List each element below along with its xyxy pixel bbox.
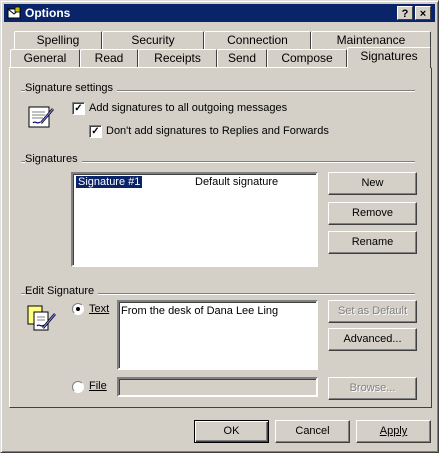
no-replies-label[interactable]: Don't add signatures to Replies and Forw… [106, 125, 329, 137]
signatures-list[interactable]: Signature #1 Default signature [71, 172, 318, 267]
signature-settings-label: Signature settings [25, 82, 118, 94]
tab-signatures[interactable]: Signatures [347, 47, 431, 68]
set-as-default-button[interactable]: Set as Default [328, 300, 417, 323]
tab-connection[interactable]: Connection [204, 31, 311, 49]
tab-general[interactable]: General [10, 49, 80, 67]
help-button[interactable]: ? [397, 6, 413, 20]
list-item-name[interactable]: Signature #1 [76, 176, 143, 188]
close-button[interactable]: × [415, 6, 431, 20]
tab-security[interactable]: Security [102, 31, 204, 49]
tab-send[interactable]: Send [217, 49, 267, 67]
tab-spelling[interactable]: Spelling [14, 31, 102, 49]
edit-signature-icon [27, 305, 56, 331]
apply-button[interactable]: Apply [356, 420, 431, 443]
rename-button-label: Rename [351, 236, 394, 248]
tab-compose[interactable]: Compose [267, 49, 347, 67]
file-radio-label[interactable]: File [89, 380, 107, 392]
ok-button[interactable]: OK [194, 420, 269, 443]
add-signatures-label[interactable]: Add signatures to all outgoing messages [89, 102, 287, 114]
new-button-label: New [361, 177, 384, 189]
apply-button-label: Apply [379, 425, 408, 437]
cancel-button-label: Cancel [295, 425, 330, 437]
remove-button-label: Remove [352, 207, 393, 219]
signature-pen-icon [28, 106, 54, 128]
ok-button-label: OK [223, 425, 240, 437]
set-as-default-label: Set as Default [337, 305, 408, 317]
text-radio[interactable] [72, 303, 84, 315]
text-radio-label[interactable]: Text [89, 303, 109, 315]
browse-button-label: Browse... [349, 382, 396, 394]
browse-button[interactable]: Browse... [328, 377, 417, 400]
tab-receipts[interactable]: Receipts [138, 49, 217, 67]
add-signatures-checkbox[interactable]: ✓ [72, 102, 85, 115]
new-button[interactable]: New [328, 172, 417, 195]
options-app-icon [7, 6, 21, 19]
no-replies-checkbox[interactable]: ✓ [89, 125, 102, 138]
window-title: Options [25, 6, 71, 20]
remove-button[interactable]: Remove [328, 202, 417, 225]
advanced-button[interactable]: Advanced... [328, 328, 417, 351]
signatures-label: Signatures [25, 153, 82, 165]
file-radio[interactable] [72, 381, 84, 393]
list-item-note: Default signature [195, 176, 279, 188]
signature-text-area[interactable]: From the desk of Dana Lee Ling [117, 300, 318, 370]
rename-button[interactable]: Rename [328, 231, 417, 254]
title-bar[interactable]: Options ? × [4, 4, 435, 22]
signature-text-value[interactable]: From the desk of Dana Lee Ling [121, 305, 278, 317]
edit-signature-label: Edit Signature [25, 285, 99, 297]
cancel-button[interactable]: Cancel [275, 420, 350, 443]
tab-read[interactable]: Read [80, 49, 138, 67]
options-dialog: Options ? × Spelling Security Connection… [0, 0, 439, 453]
advanced-button-label: Advanced... [343, 333, 402, 345]
radio-dot [76, 307, 80, 311]
file-path-input[interactable] [117, 377, 318, 397]
